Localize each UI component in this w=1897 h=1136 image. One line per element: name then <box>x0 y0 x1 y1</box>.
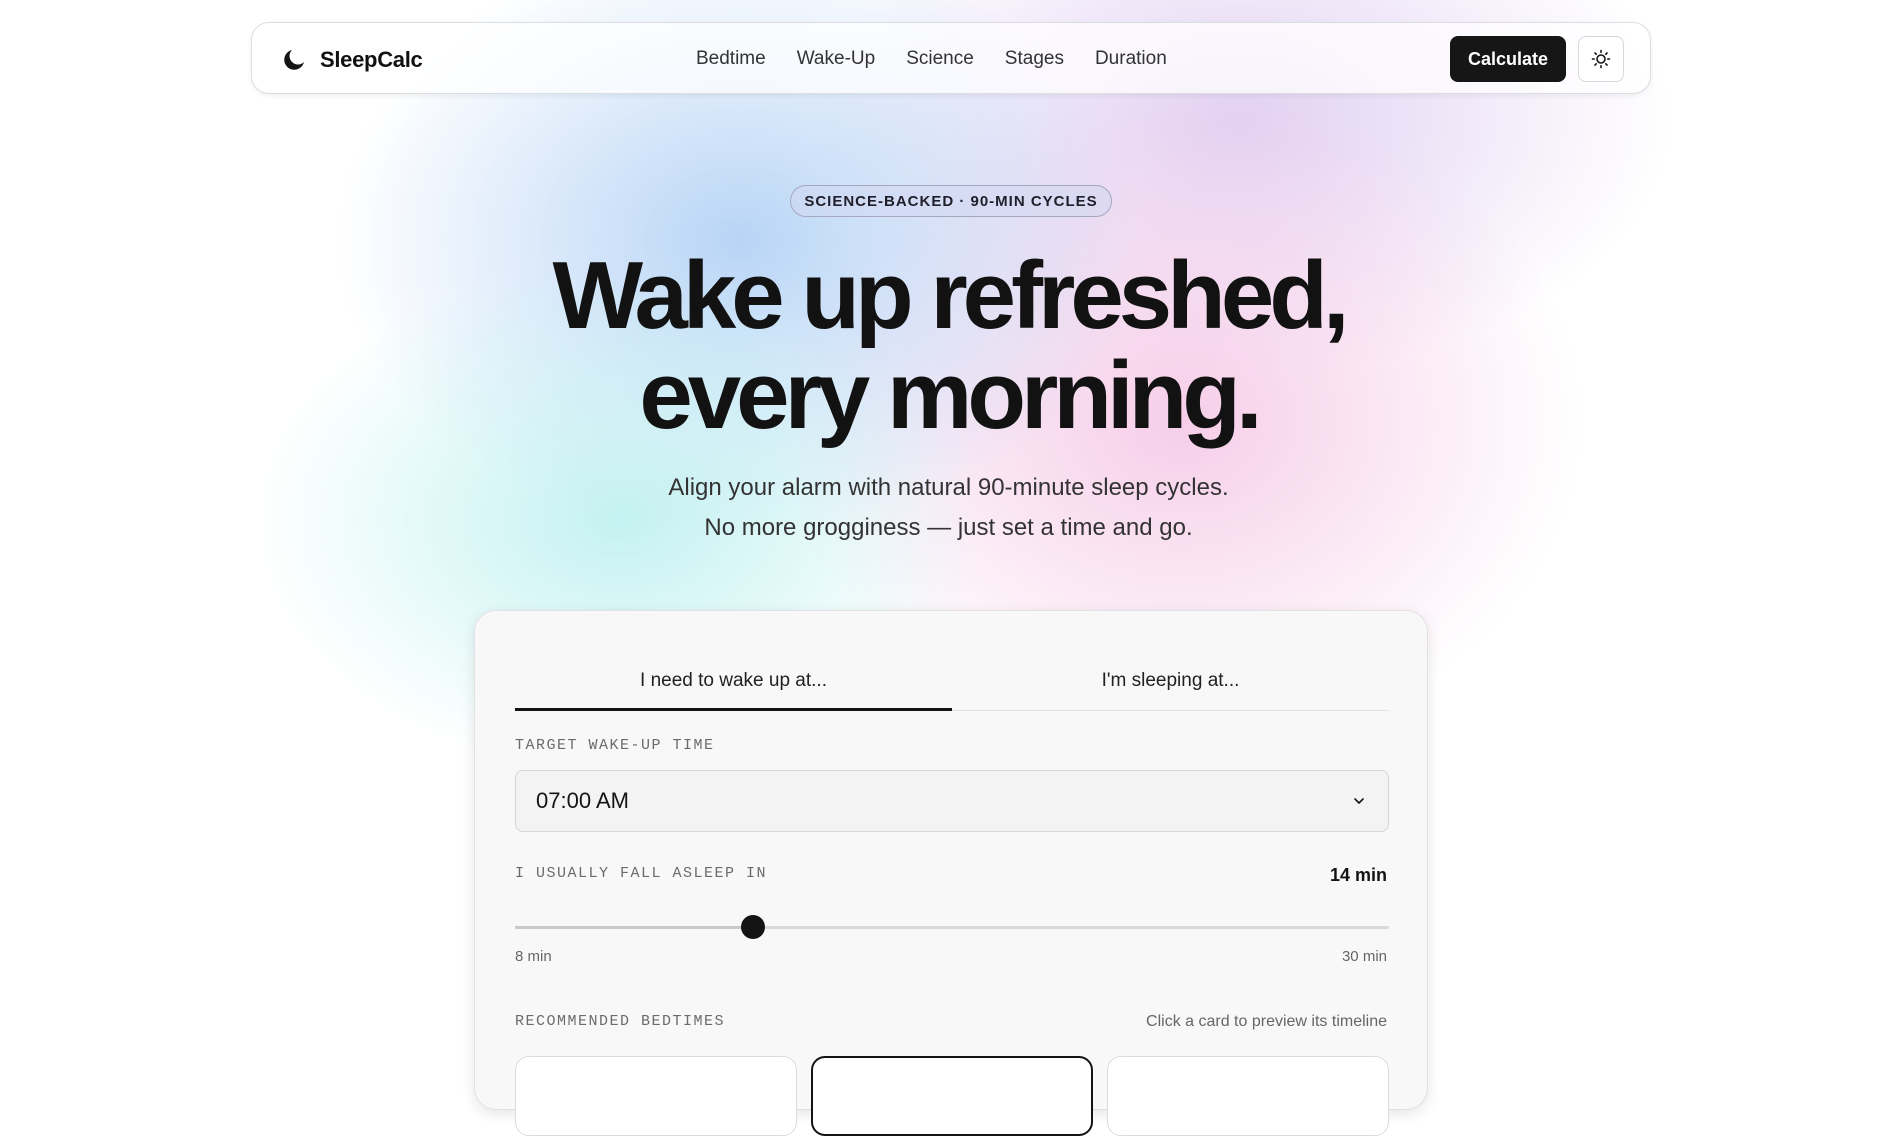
nav-link-science[interactable]: Science <box>906 48 974 70</box>
fall-asleep-label: I USUALLY FALL ASLEEP IN <box>515 865 768 882</box>
slider-max-label: 30 min <box>1341 948 1387 965</box>
bedtime-card[interactable] <box>515 1056 797 1136</box>
wake-time-label: TARGET WAKE-UP TIME <box>515 737 715 754</box>
recommended-bedtimes-label: RECOMMENDED BEDTIMES <box>515 1013 726 1030</box>
slider-fill <box>515 926 754 929</box>
chevron-down-icon <box>1354 798 1364 804</box>
moon-icon <box>284 50 304 70</box>
nav-link-duration[interactable]: Duration <box>1095 48 1167 70</box>
brand-logo[interactable]: SleepCalc <box>282 47 423 73</box>
hero-subtitle-line-1: Align your alarm with natural 90-minute … <box>668 474 1229 501</box>
hero-subtitle-line-2: No more grogginess — just set a time and… <box>704 514 1193 541</box>
wake-time-value: 07:00 AM <box>536 788 629 813</box>
hero-badge: SCIENCE-BACKED · 90-MIN CYCLES <box>790 185 1112 217</box>
wake-time-select[interactable]: 07:00 AM <box>515 770 1389 832</box>
hero-headline-line-2: every morning. <box>639 342 1262 449</box>
top-navigation: SleepCalc Bedtime Wake-Up Science Stages… <box>251 22 1651 94</box>
nav-link-wake-up[interactable]: Wake-Up <box>797 48 875 70</box>
slider-min-label: 8 min <box>515 948 552 965</box>
theme-toggle-button[interactable] <box>1578 36 1624 82</box>
fall-asleep-value: 14 min <box>1329 865 1387 885</box>
nav-links: Bedtime Wake-Up Science Stages Duration <box>696 23 1167 95</box>
slider-thumb[interactable] <box>741 915 766 939</box>
hero-headline-line-1: Wake up refreshed, <box>552 242 1349 349</box>
bedtime-card-selected[interactable] <box>811 1056 1093 1136</box>
tab-sleeping-at[interactable]: I'm sleeping at... <box>952 651 1389 710</box>
nav-link-stages[interactable]: Stages <box>1005 48 1064 70</box>
bedtime-card[interactable] <box>1107 1056 1389 1136</box>
sun-icon <box>1591 49 1611 69</box>
brand-name: SleepCalc <box>320 47 423 72</box>
fall-asleep-slider[interactable] <box>515 915 1389 939</box>
nav-link-bedtime[interactable]: Bedtime <box>696 48 766 70</box>
hero-subtitle: Align your alarm with natural 90-minute … <box>0 468 1897 548</box>
bedtimes-hint: Click a card to preview its timeline <box>1146 1013 1387 1030</box>
calculator-card: I need to wake up at... I'm sleeping at.… <box>474 610 1428 1136</box>
calculate-button[interactable]: Calculate <box>1450 36 1566 82</box>
hero-headline: Wake up refreshed, every morning. <box>0 246 1897 446</box>
mode-tabs: I need to wake up at... I'm sleeping at.… <box>515 651 1389 711</box>
tab-wake-up-at[interactable]: I need to wake up at... <box>515 651 952 711</box>
